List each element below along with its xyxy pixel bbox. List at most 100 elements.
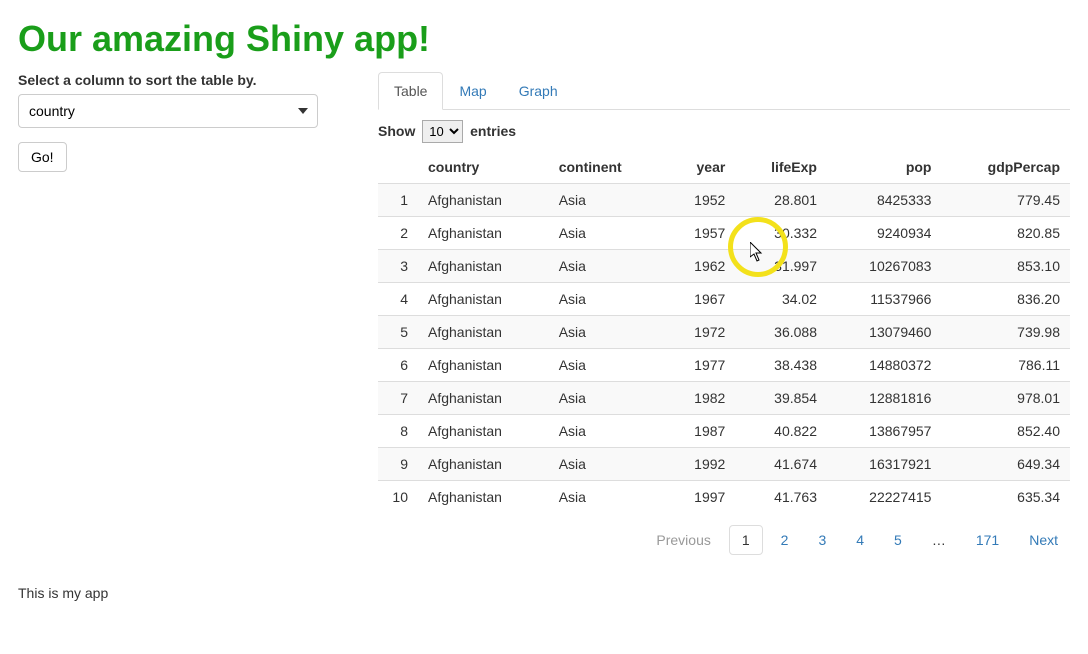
column-header[interactable]: pop: [827, 151, 941, 184]
table-cell: Afghanistan: [418, 481, 549, 514]
sort-column-select[interactable]: country: [18, 94, 318, 128]
table-cell: 852.40: [941, 415, 1070, 448]
select-label: Select a column to sort the table by.: [18, 72, 358, 88]
table-cell: 10267083: [827, 250, 941, 283]
paginate-page[interactable]: 4: [844, 526, 876, 554]
table-cell: 36.088: [735, 316, 827, 349]
main-panel: TableMapGraph Show 10 entries countrycon…: [378, 72, 1070, 555]
table-cell: 779.45: [941, 184, 1070, 217]
table-cell: Afghanistan: [418, 349, 549, 382]
tab-graph[interactable]: Graph: [503, 72, 574, 110]
table-cell: Afghanistan: [418, 217, 549, 250]
table-cell: 10: [378, 481, 418, 514]
column-header[interactable]: year: [664, 151, 735, 184]
table-cell: 1987: [664, 415, 735, 448]
table-cell: 1992: [664, 448, 735, 481]
table-cell: 41.763: [735, 481, 827, 514]
table-cell: 1962: [664, 250, 735, 283]
table-cell: 30.332: [735, 217, 827, 250]
paginate-page[interactable]: 3: [806, 526, 838, 554]
table-cell: Asia: [549, 382, 664, 415]
table-row: 5AfghanistanAsia197236.08813079460739.98: [378, 316, 1070, 349]
table-cell: 28.801: [735, 184, 827, 217]
table-cell: 1: [378, 184, 418, 217]
table-cell: 40.822: [735, 415, 827, 448]
table-cell: 739.98: [941, 316, 1070, 349]
entries-select[interactable]: 10: [422, 120, 463, 143]
show-label-suffix: entries: [470, 123, 516, 139]
table-cell: 12881816: [827, 382, 941, 415]
paginate-page[interactable]: 171: [964, 526, 1011, 554]
table-cell: 41.674: [735, 448, 827, 481]
table-cell: 9240934: [827, 217, 941, 250]
paginate-page[interactable]: 5: [882, 526, 914, 554]
tab-table[interactable]: Table: [378, 72, 443, 110]
paginate-previous[interactable]: Previous: [644, 526, 722, 554]
table-cell: Afghanistan: [418, 316, 549, 349]
table-cell: 1972: [664, 316, 735, 349]
table-cell: 1957: [664, 217, 735, 250]
table-cell: Afghanistan: [418, 415, 549, 448]
table-cell: Asia: [549, 415, 664, 448]
paginate-page[interactable]: 2: [769, 526, 801, 554]
column-header[interactable]: gdpPercap: [941, 151, 1070, 184]
table-cell: 31.997: [735, 250, 827, 283]
table-cell: 39.854: [735, 382, 827, 415]
table-cell: Afghanistan: [418, 448, 549, 481]
table-row: 9AfghanistanAsia199241.67416317921649.34: [378, 448, 1070, 481]
table-row: 2AfghanistanAsia195730.3329240934820.85: [378, 217, 1070, 250]
paginate-page[interactable]: 1: [729, 525, 763, 555]
page-title: Our amazing Shiny app!: [18, 18, 1070, 60]
table-cell: 11537966: [827, 283, 941, 316]
table-cell: 9: [378, 448, 418, 481]
table-cell: 649.34: [941, 448, 1070, 481]
table-cell: Asia: [549, 349, 664, 382]
sidebar: Select a column to sort the table by. co…: [18, 72, 378, 555]
table-cell: 1967: [664, 283, 735, 316]
column-header[interactable]: [378, 151, 418, 184]
table-cell: 6: [378, 349, 418, 382]
table-cell: Asia: [549, 481, 664, 514]
table-cell: 13867957: [827, 415, 941, 448]
table-cell: 1997: [664, 481, 735, 514]
table-row: 10AfghanistanAsia199741.76322227415635.3…: [378, 481, 1070, 514]
table-cell: Asia: [549, 250, 664, 283]
table-row: 7AfghanistanAsia198239.85412881816978.01: [378, 382, 1070, 415]
table-cell: 34.02: [735, 283, 827, 316]
table-cell: 978.01: [941, 382, 1070, 415]
table-cell: 836.20: [941, 283, 1070, 316]
table-cell: 5: [378, 316, 418, 349]
table-cell: 2: [378, 217, 418, 250]
table-cell: 13079460: [827, 316, 941, 349]
table-cell: 8425333: [827, 184, 941, 217]
paginate-ellipsis: …: [920, 526, 958, 554]
show-label-prefix: Show: [378, 123, 415, 139]
table-row: 3AfghanistanAsia196231.99710267083853.10: [378, 250, 1070, 283]
table-cell: 16317921: [827, 448, 941, 481]
table-cell: Asia: [549, 184, 664, 217]
table-cell: Asia: [549, 316, 664, 349]
table-cell: 635.34: [941, 481, 1070, 514]
paginate-next[interactable]: Next: [1017, 526, 1070, 554]
footer-text: This is my app: [18, 585, 1070, 601]
table-row: 8AfghanistanAsia198740.82213867957852.40: [378, 415, 1070, 448]
column-header[interactable]: continent: [549, 151, 664, 184]
column-header[interactable]: country: [418, 151, 549, 184]
table-cell: 1982: [664, 382, 735, 415]
table-cell: Asia: [549, 448, 664, 481]
table-cell: 4: [378, 283, 418, 316]
table-cell: 38.438: [735, 349, 827, 382]
table-cell: 1977: [664, 349, 735, 382]
table-row: 1AfghanistanAsia195228.8018425333779.45: [378, 184, 1070, 217]
table-cell: Asia: [549, 283, 664, 316]
table-cell: 7: [378, 382, 418, 415]
table-cell: Afghanistan: [418, 250, 549, 283]
tab-map[interactable]: Map: [443, 72, 502, 110]
table-cell: 853.10: [941, 250, 1070, 283]
table-row: 6AfghanistanAsia197738.43814880372786.11: [378, 349, 1070, 382]
go-button[interactable]: Go!: [18, 142, 67, 172]
table-cell: 820.85: [941, 217, 1070, 250]
table-cell: 3: [378, 250, 418, 283]
column-header[interactable]: lifeExp: [735, 151, 827, 184]
data-table: countrycontinentyearlifeExppopgdpPercap …: [378, 151, 1070, 513]
